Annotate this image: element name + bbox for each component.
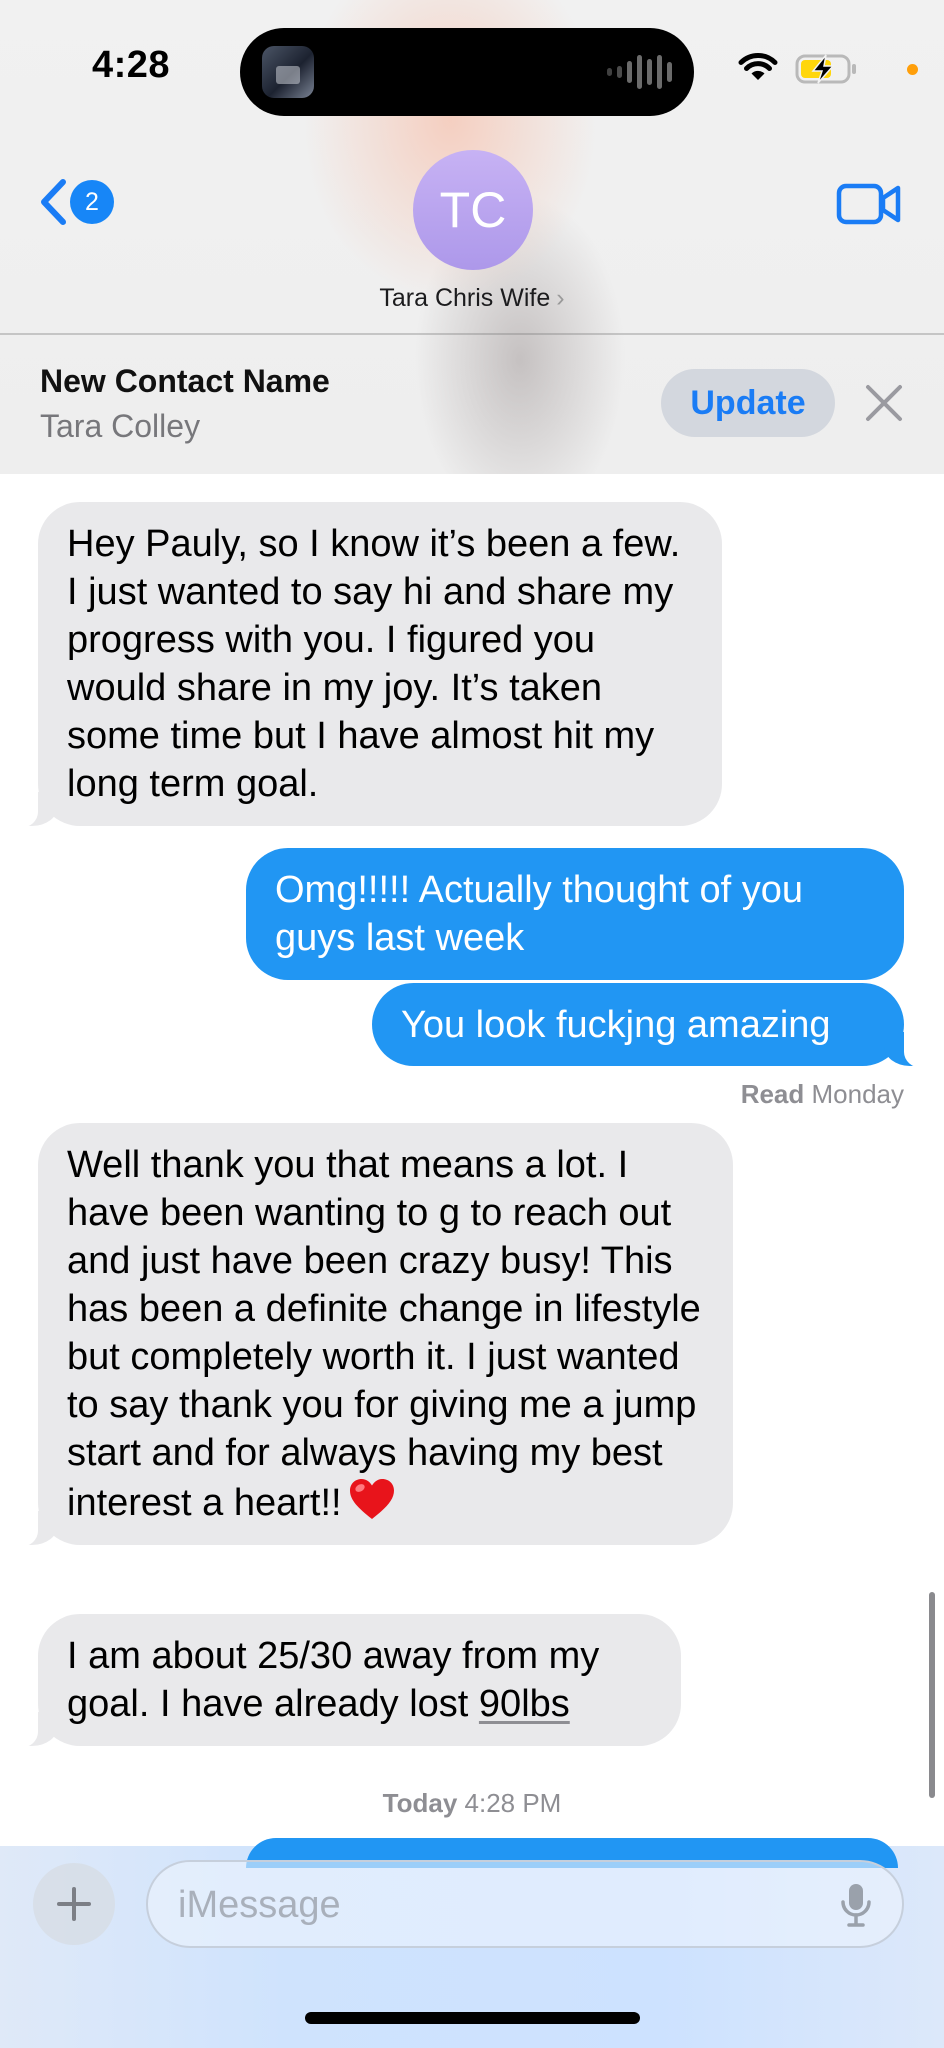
message-text: Omg!!!!! Actually thought of you guys la… [275, 869, 804, 959]
contact-name-button[interactable]: Tara Chris Wife › [0, 284, 944, 313]
message-text: Hey Pauly, so I know it’s been a few. I … [67, 523, 681, 805]
scroll-indicator[interactable] [929, 1592, 935, 1798]
home-indicator[interactable] [305, 2012, 640, 2024]
now-playing-artwork[interactable] [262, 46, 314, 98]
battery-charging-icon [795, 54, 856, 84]
heart-emoji [349, 1479, 394, 1519]
apps-plus-button[interactable] [33, 1863, 115, 1945]
unread-count-badge: 2 [70, 180, 114, 224]
back-chevron-icon [41, 179, 66, 225]
back-button[interactable]: 2 [38, 178, 114, 226]
timestamp-day: Today [382, 1788, 458, 1818]
message-bubble-incoming[interactable]: I am about 25/30 away from my goal. I ha… [12, 1614, 681, 1748]
contact-avatar[interactable]: TC [413, 150, 533, 270]
status-time: 4:28 [92, 44, 171, 86]
wifi-icon [738, 52, 778, 80]
new-contact-name-value: Tara Colley [40, 408, 201, 444]
imessage-placeholder: iMessage [178, 1884, 341, 1926]
message-bubble-outgoing[interactable]: Omg!!!!! Actually thought of you guys la… [246, 848, 904, 980]
message-data-detector-link[interactable]: 90lbs [479, 1683, 570, 1725]
message-bubble-outgoing[interactable]: You look fuckjng amazing [372, 983, 930, 1068]
chevron-right-icon: › [556, 284, 565, 312]
timestamp-divider: Today 4:28 PM [0, 1788, 944, 1819]
contact-name: Tara Chris Wife [379, 284, 551, 312]
read-label: Read [740, 1079, 805, 1109]
privacy-indicator-dot [907, 64, 918, 75]
imessage-input[interactable]: iMessage [146, 1860, 904, 1948]
header-divider [0, 333, 944, 335]
microphone-icon[interactable] [840, 1882, 872, 1928]
new-contact-name-title: New Contact Name [40, 363, 330, 399]
read-day: Monday [811, 1079, 905, 1109]
read-receipt: Read Monday [741, 1079, 904, 1110]
message-text: You look fuckjng amazing [401, 1004, 831, 1046]
dynamic-island[interactable] [240, 28, 694, 116]
waveform-icon [607, 55, 672, 89]
message-bubble-incoming[interactable]: Well thank you that means a lot. I have … [12, 1123, 733, 1547]
message-bubble-incoming[interactable]: Hey Pauly, so I know it’s been a few. I … [12, 502, 722, 828]
close-icon[interactable] [862, 381, 906, 425]
timestamp-time: 4:28 PM [464, 1788, 562, 1818]
message-text: Well thank you that means a lot. I have … [67, 1144, 701, 1524]
video-camera-icon[interactable] [836, 181, 902, 227]
update-button[interactable]: Update [661, 369, 835, 437]
plus-icon [57, 1887, 91, 1921]
